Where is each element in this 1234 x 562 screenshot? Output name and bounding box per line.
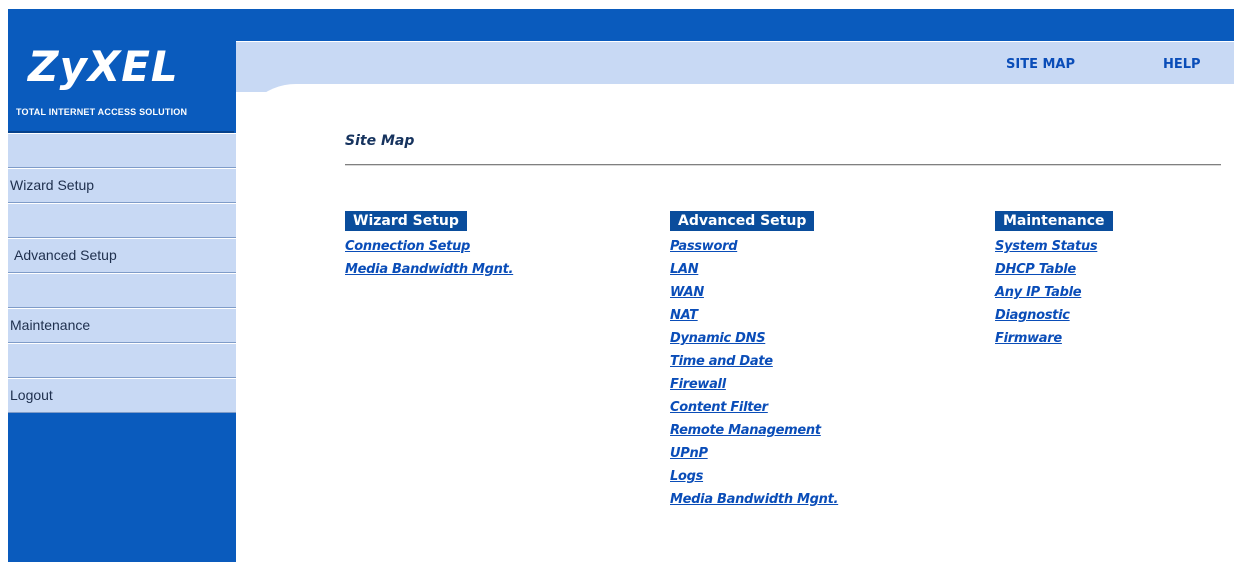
- menu-spacer: [8, 273, 236, 308]
- column-header: Advanced Setup: [670, 211, 815, 231]
- logo-tagline: TOTAL INTERNET ACCESS SOLUTION: [16, 107, 188, 117]
- menu-spacer: [8, 133, 236, 168]
- link-lan[interactable]: LAN: [670, 262, 699, 277]
- link-content-filter[interactable]: Content Filter: [670, 400, 768, 415]
- site-map-link[interactable]: SITE MAP: [1006, 57, 1075, 72]
- sidebar-item-advanced-setup[interactable]: Advanced Setup: [8, 238, 236, 273]
- link-media-bandwidth-mgnt[interactable]: Media Bandwidth Mgnt.: [670, 492, 838, 507]
- link-system-status[interactable]: System Status: [995, 239, 1098, 254]
- link-nat[interactable]: NAT: [670, 308, 698, 323]
- link-firewall[interactable]: Firewall: [670, 377, 726, 392]
- link-wan[interactable]: WAN: [670, 285, 704, 300]
- link-time-and-date[interactable]: Time and Date: [670, 354, 773, 369]
- sidebar-item-wizard-setup[interactable]: Wizard Setup: [8, 168, 236, 203]
- column-maintenance: Maintenance System Status DHCP Table Any…: [995, 211, 1113, 352]
- link-list: System Status DHCP Table Any IP Table Di…: [995, 237, 1113, 352]
- link-any-ip-table[interactable]: Any IP Table: [995, 285, 1082, 300]
- link-dynamic-dns[interactable]: Dynamic DNS: [670, 331, 766, 346]
- title-divider: [345, 164, 1221, 166]
- link-media-bandwidth-mgnt[interactable]: Media Bandwidth Mgnt.: [345, 262, 513, 277]
- zyxel-logo: ZyXEL: [28, 42, 179, 91]
- menu-spacer: [8, 343, 236, 378]
- link-upnp[interactable]: UPnP: [670, 446, 708, 461]
- help-link[interactable]: HELP: [1163, 57, 1201, 72]
- link-logs[interactable]: Logs: [670, 469, 703, 484]
- column-wizard-setup: Wizard Setup Connection Setup Media Band…: [345, 211, 513, 283]
- column-header: Maintenance: [995, 211, 1113, 231]
- menu-spacer: [8, 203, 236, 238]
- link-dhcp-table[interactable]: DHCP Table: [995, 262, 1076, 277]
- column-header: Wizard Setup: [345, 211, 467, 231]
- page: ZyXEL TOTAL INTERNET ACCESS SOLUTION Wiz…: [0, 0, 1234, 562]
- sidebar-item-logout[interactable]: Logout: [8, 378, 236, 413]
- link-password[interactable]: Password: [670, 239, 738, 254]
- sidebar-menu: Wizard Setup Advanced Setup Maintenance …: [8, 133, 236, 413]
- link-list: Connection Setup Media Bandwidth Mgnt.: [345, 237, 513, 283]
- page-title: Site Map: [345, 133, 415, 149]
- link-connection-setup[interactable]: Connection Setup: [345, 239, 470, 254]
- link-list: Password LAN WAN NAT Dynamic DNS Time an…: [670, 237, 838, 513]
- link-firmware[interactable]: Firmware: [995, 331, 1062, 346]
- sidebar-item-maintenance[interactable]: Maintenance: [8, 308, 236, 343]
- link-remote-management[interactable]: Remote Management: [670, 423, 821, 438]
- link-diagnostic[interactable]: Diagnostic: [995, 308, 1070, 323]
- column-advanced-setup: Advanced Setup Password LAN WAN NAT Dyna…: [670, 211, 838, 513]
